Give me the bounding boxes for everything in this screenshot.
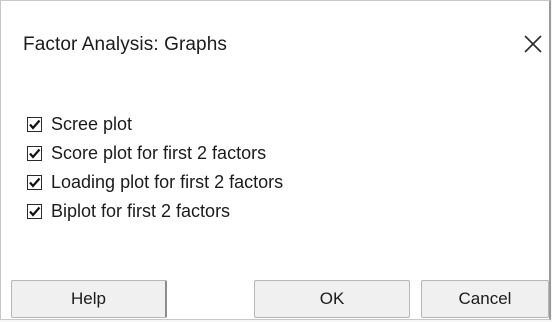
cancel-button[interactable]: Cancel: [421, 280, 549, 318]
title-bar: Factor Analysis: Graphs: [1, 1, 549, 87]
biplot-label: Biplot for first 2 factors: [51, 201, 231, 221]
close-button[interactable]: [520, 31, 546, 57]
scree-plot-label: Scree plot: [51, 114, 133, 134]
checkmark-icon: [29, 148, 41, 159]
loading-plot-checkbox[interactable]: [27, 175, 42, 190]
score-plot-label: Score plot for first 2 factors: [51, 143, 267, 163]
biplot-checkbox[interactable]: [27, 204, 42, 219]
option-score-plot[interactable]: Score plot for first 2 factors: [27, 142, 527, 167]
checkmark-icon: [29, 206, 41, 217]
graph-options: Scree plot Score plot for first 2 factor…: [27, 113, 527, 229]
loading-plot-label: Loading plot for first 2 factors: [51, 172, 284, 192]
checkmark-icon: [29, 119, 41, 130]
scree-plot-checkbox[interactable]: [27, 117, 42, 132]
dialog-title: Factor Analysis: Graphs: [23, 34, 227, 55]
option-scree-plot[interactable]: Scree plot: [27, 113, 527, 138]
checkmark-icon: [29, 177, 41, 188]
score-plot-checkbox[interactable]: [27, 146, 42, 161]
ok-button[interactable]: OK: [254, 280, 410, 318]
factor-analysis-graphs-dialog: Factor Analysis: Graphs Scree plot Score…: [0, 0, 551, 320]
close-icon: [524, 35, 542, 53]
help-button[interactable]: Help: [11, 280, 167, 318]
option-loading-plot[interactable]: Loading plot for first 2 factors: [27, 171, 527, 196]
option-biplot[interactable]: Biplot for first 2 factors: [27, 200, 527, 225]
